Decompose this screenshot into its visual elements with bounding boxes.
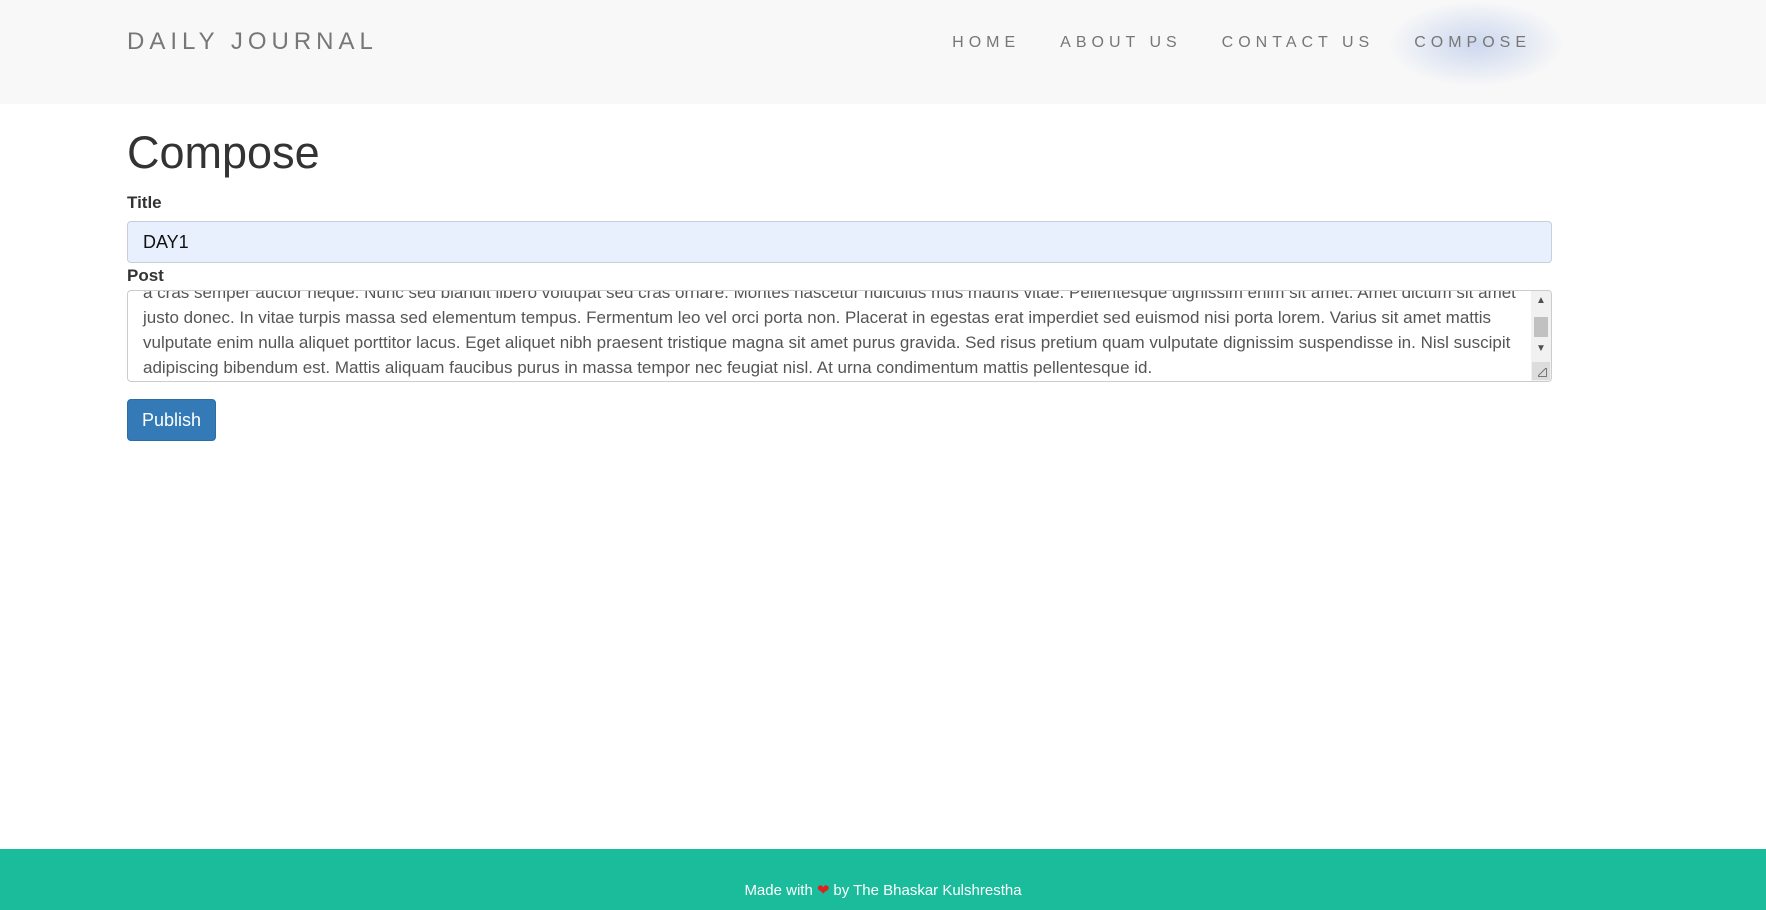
publish-button[interactable]: Publish	[127, 399, 216, 441]
nav-item-compose[interactable]: COMPOSE	[1389, 2, 1563, 86]
scroll-down-arrow-icon[interactable]: ▼	[1531, 341, 1551, 357]
title-label: Title	[127, 193, 162, 212]
post-text: a cras semper auctor neque. Nunc sed bla…	[143, 290, 1516, 377]
nav-item-home[interactable]: HOME	[932, 32, 1040, 54]
page-title: Compose	[127, 127, 320, 178]
footer-prefix: Made with	[744, 882, 813, 899]
nav-item-label: COMPOSE	[1414, 34, 1531, 51]
post-label: Post	[127, 266, 164, 285]
nav-menu: HOME ABOUT US CONTACT US COMPOSE	[932, 2, 1563, 86]
title-input[interactable]	[127, 221, 1552, 263]
scroll-up-arrow-icon[interactable]: ▲	[1531, 293, 1551, 309]
brand-logo[interactable]: DAILY JOURNAL	[127, 28, 378, 56]
nav-item-label: HOME	[952, 34, 1021, 51]
nav-item-about-us[interactable]: ABOUT US	[1040, 32, 1202, 54]
compose-container: Compose Title Post a cras semper auctor …	[127, 104, 1552, 441]
nav-item-label: ABOUT US	[1060, 34, 1182, 51]
resize-handle-icon[interactable]	[1532, 362, 1550, 380]
nav-item-label: CONTACT US	[1221, 34, 1375, 51]
heart-icon: ❤	[816, 882, 830, 899]
nav-item-contact-us[interactable]: CONTACT US	[1202, 32, 1395, 54]
scroll-thumb[interactable]	[1534, 317, 1548, 337]
post-textarea[interactable]: a cras semper auctor neque. Nunc sed bla…	[127, 290, 1552, 382]
footer: Made with ❤ by The Bhaskar Kulshrestha	[0, 849, 1766, 910]
footer-author: by The Bhaskar Kulshrestha	[833, 882, 1022, 899]
footer-text: Made with ❤ by The Bhaskar Kulshrestha	[0, 881, 1766, 899]
navbar: DAILY JOURNAL HOME ABOUT US CONTACT US C…	[0, 0, 1766, 104]
